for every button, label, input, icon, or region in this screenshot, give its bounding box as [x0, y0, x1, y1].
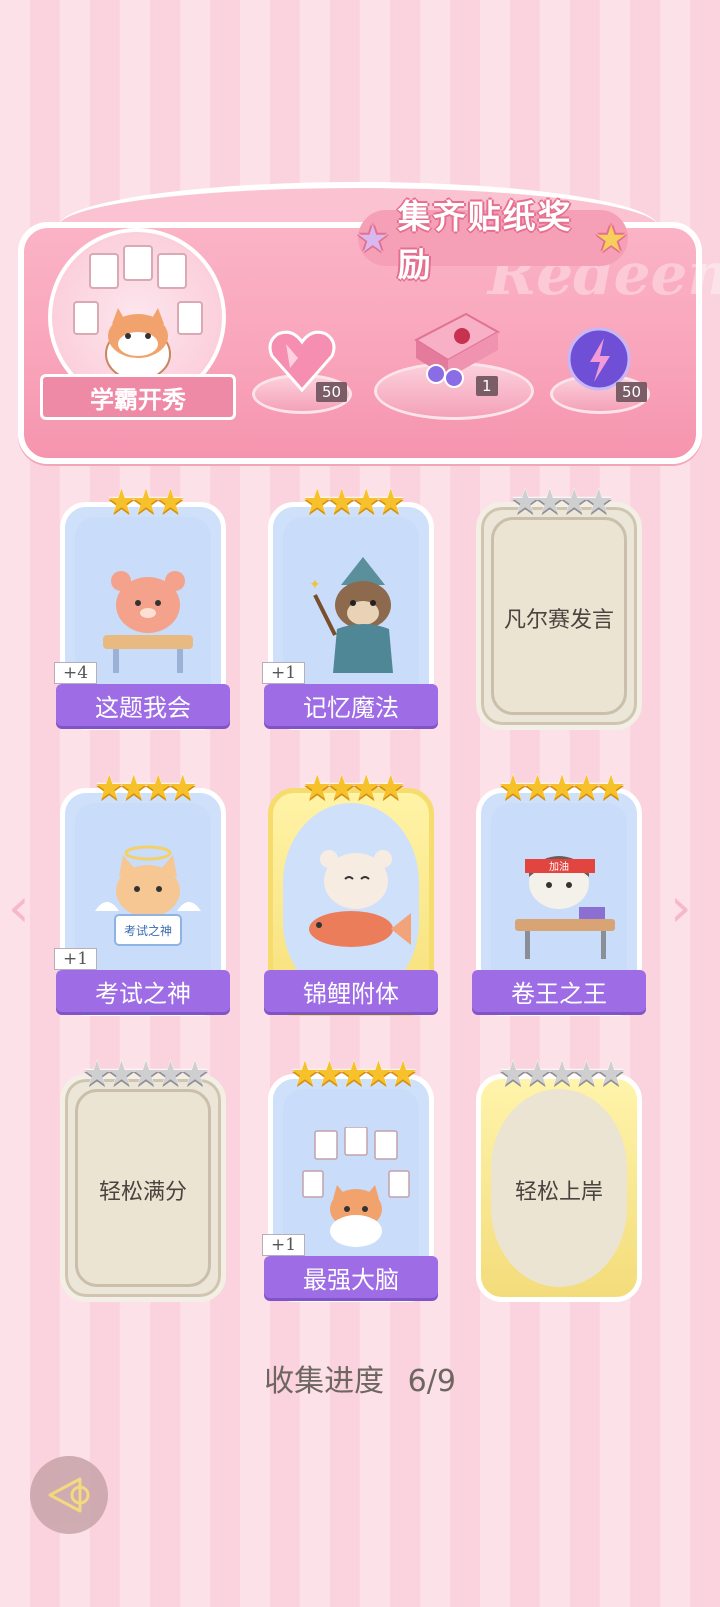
card-name: 记忆魔法 [303, 693, 399, 722]
reward-count: 50 [616, 382, 648, 402]
reward-count: 1 [476, 376, 498, 396]
progress-value: 6/9 [407, 1364, 456, 1399]
card-stars: ★★★★★ [497, 768, 626, 808]
card-name-bar: 最强大脑 [264, 1256, 438, 1298]
svg-text:✦: ✦ [309, 577, 321, 593]
card-name-bar: 记忆魔法 [264, 684, 438, 726]
card-stars: ★★★★★ [289, 1054, 418, 1094]
prev-arrow-icon[interactable]: ‹ [8, 876, 30, 939]
duplicate-count: +4 [54, 662, 98, 684]
badge-ribbon: 学霸开秀 [40, 374, 236, 420]
headband-text: 加油 [549, 860, 569, 873]
studying-cat-mascot: 加油 [515, 856, 615, 959]
card-stars: ★★★★★ [497, 1054, 626, 1094]
sticker-card[interactable]: 加油 ★★★★★ 卷王之王 [472, 768, 646, 1016]
collection-progress: 收集进度 6/9 [0, 1356, 720, 1400]
duplicate-count: +1 [54, 948, 98, 970]
card-name: 考试之神 [95, 979, 191, 1008]
angel-cat-mascot: 考试之神 [95, 845, 201, 946]
card-name: 轻松满分 [98, 1180, 187, 1205]
reward-count: 50 [316, 382, 348, 402]
sticker-card[interactable]: ★★★★★ +1 最强大脑 [262, 1054, 438, 1302]
sticker-card-locked[interactable]: ★★★★★ 轻松满分 [60, 1054, 226, 1302]
brain-cat-mascot [302, 1127, 410, 1247]
card-name: 凡尔赛发言 [503, 608, 614, 633]
card-name: 锦鲤附体 [303, 979, 399, 1008]
back-button[interactable] [30, 1456, 108, 1534]
sticker-card[interactable]: ✦ ★★★★ +1 记忆魔法 [262, 482, 438, 730]
card-name-bar: 锦鲤附体 [264, 970, 438, 1012]
card-stars: ★★★★★ [81, 1054, 210, 1094]
card-stars: ★★★★ [94, 768, 198, 808]
card-name-bar: 卷王之王 [472, 970, 646, 1012]
card-name: 轻松上岸 [514, 1180, 603, 1205]
card-stars: ★★★★ [302, 482, 406, 522]
duplicate-count: +1 [262, 662, 306, 684]
sticker-card-locked[interactable]: ★★★★ 凡尔赛发言 [476, 482, 642, 730]
card-stars: ★★★★ [302, 768, 406, 808]
back-arrow-icon [48, 1477, 90, 1513]
card-name: 这题我会 [95, 693, 191, 722]
bear-mascot [103, 571, 193, 673]
progress-label: 收集进度 [264, 1364, 385, 1399]
next-arrow-icon[interactable]: › [670, 876, 692, 939]
reward-banner: Redeem ★ 集齐贴纸奖励 ★ 学霸开秀 [18, 182, 720, 464]
card-name: 卷王之王 [511, 979, 607, 1008]
duplicate-count: +1 [262, 1234, 306, 1256]
card-name: 最强大脑 [303, 1265, 399, 1294]
sticker-card[interactable]: ★★★★ 锦鲤附体 [264, 768, 438, 1016]
sticker-card-locked[interactable]: ★★★★★ 轻松上岸 [476, 1054, 642, 1302]
card-stars: ★★★ [106, 482, 185, 522]
sign-text: 考试之神 [124, 923, 172, 938]
wizard-otter-mascot: ✦ [309, 557, 393, 673]
banner-title: ★ 集齐贴纸奖励 ★ [358, 197, 628, 284]
sticker-card[interactable]: 考试之神 ★★★★ +1 考试之神 [54, 768, 230, 1016]
koi-bear-mascot [309, 850, 411, 947]
banner-title-text: 集齐贴纸奖励 [397, 197, 573, 284]
card-name-bar: 考试之神 [56, 970, 230, 1012]
star-icon: ★ [596, 218, 628, 258]
card-stars: ★★★★ [510, 482, 614, 522]
sticker-card[interactable]: ★★★ +4 这题我会 [54, 482, 230, 730]
star-icon: ★ [358, 218, 390, 258]
card-name-bar: 这题我会 [56, 684, 230, 726]
badge-label: 学霸开秀 [90, 384, 186, 414]
